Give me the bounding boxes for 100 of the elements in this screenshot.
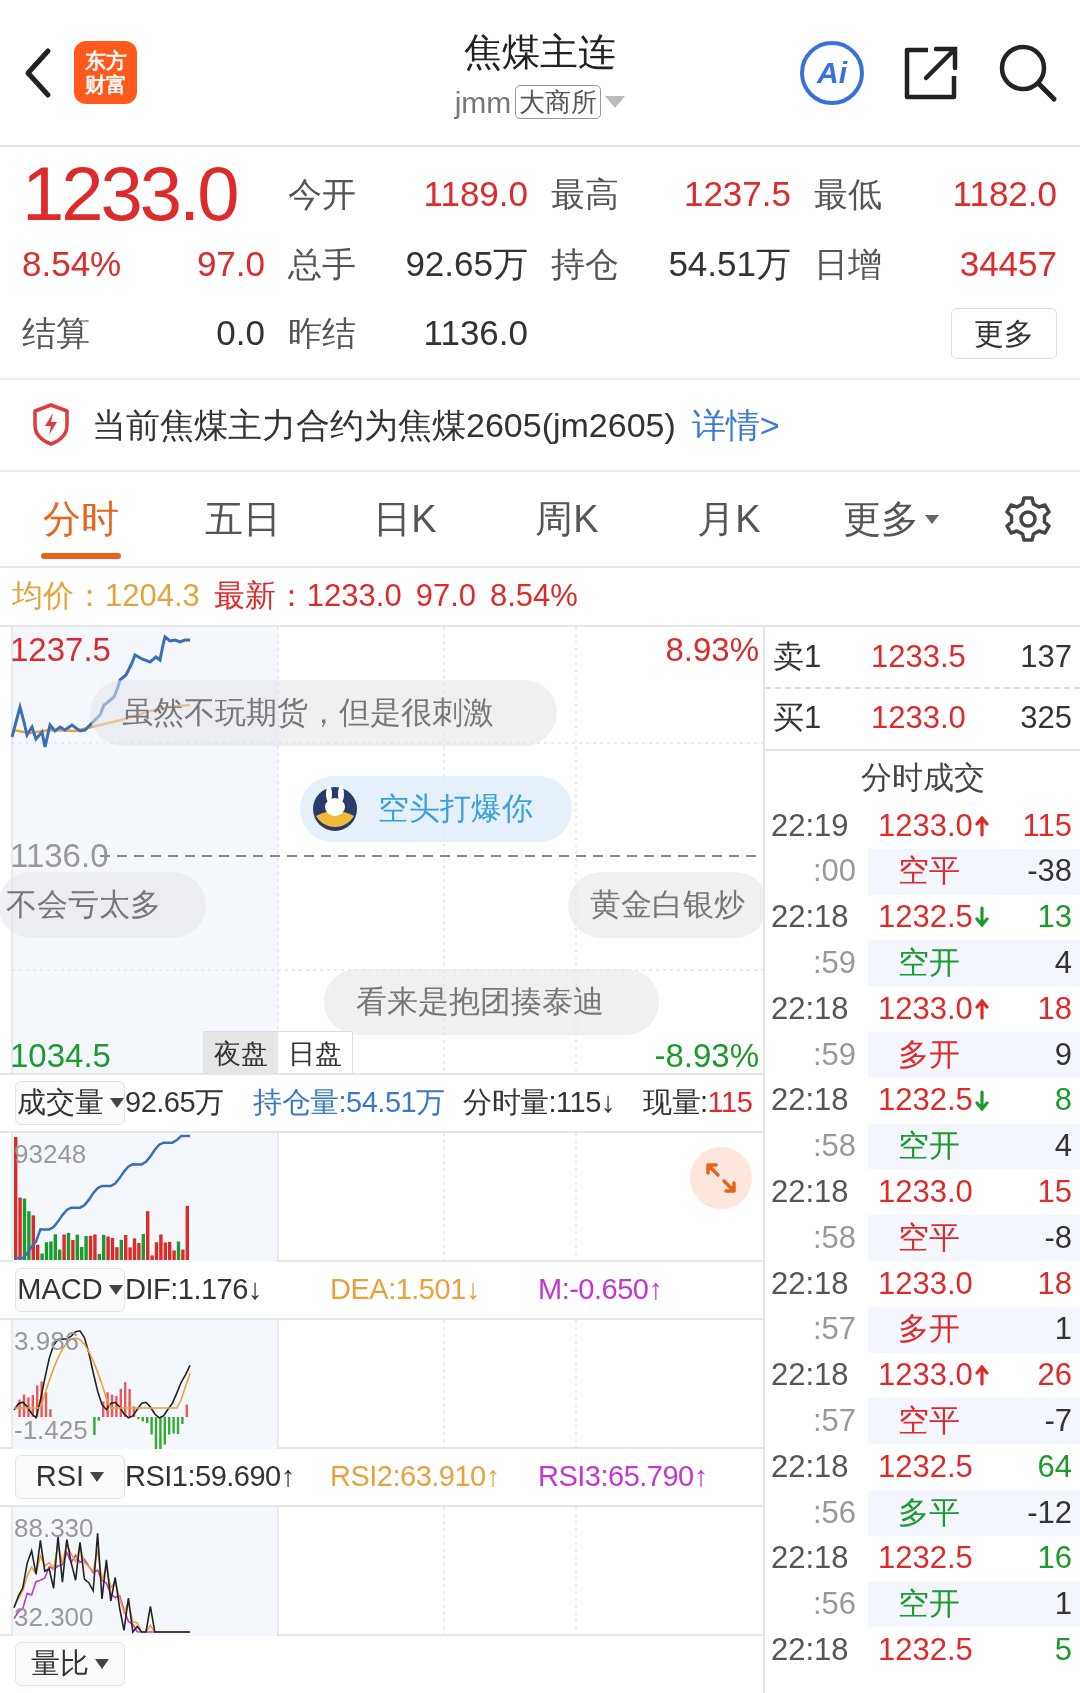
trade-type: 空开	[898, 944, 960, 983]
chart-tab[interactable]: 月K	[648, 471, 810, 567]
caret-icon	[109, 1098, 124, 1108]
trade-price: 1232.5	[878, 1447, 973, 1486]
trade-second: :58	[811, 1127, 857, 1166]
shield-icon	[32, 403, 70, 447]
comment-text: 黄金白银炒	[590, 885, 745, 924]
ai-button[interactable]: Ai	[800, 40, 864, 105]
trade-volume: 13	[1037, 898, 1073, 937]
chart-tab[interactable]: 周K	[486, 471, 648, 567]
field-label: 最低	[813, 173, 883, 215]
field-value: 1237.5	[682, 172, 791, 215]
price-summary-text: 均价：1204.3	[12, 577, 200, 616]
trade-volume: 5	[1054, 1631, 1073, 1669]
order-price: 1233.5	[871, 637, 966, 676]
field-label: 总手	[287, 243, 357, 285]
trade-volume: 26	[1037, 1356, 1073, 1395]
field-label: 昨结	[287, 312, 357, 354]
trade-price: 1233.0	[878, 1264, 973, 1303]
trade-time: 22:18	[770, 989, 850, 1028]
order-label: 卖1	[773, 637, 823, 676]
trades-title: 分时成交	[765, 749, 1080, 803]
exchange-tag: 大商所	[515, 85, 602, 120]
indicator-label: 持仓量:	[253, 1085, 347, 1121]
trade-second: :56	[811, 1585, 857, 1624]
trade-delta: 4	[1054, 944, 1072, 983]
order-volume: 325	[1020, 698, 1072, 737]
trade-time: 22:18	[770, 898, 850, 937]
trade-volume: 18	[1037, 989, 1073, 1028]
price-summary-text: 97.0	[415, 577, 476, 616]
indicator-selector[interactable]: 成交量	[15, 1081, 125, 1125]
indicator-value: M:-0.650↑	[538, 1272, 663, 1308]
trade-delta: 4	[1054, 1127, 1072, 1166]
caret-icon	[95, 1659, 109, 1669]
trade-type: 空平	[898, 1218, 960, 1257]
logo-text: 东方	[84, 48, 127, 73]
expand-icon	[704, 1161, 738, 1195]
trade-type: 空平	[898, 1402, 960, 1440]
trade-second: :56	[811, 1493, 857, 1532]
trade-volume: 8	[1054, 1081, 1073, 1120]
trade-type: 多平	[898, 1493, 960, 1532]
axis-label: -1.425	[14, 1417, 88, 1443]
page-title: 焦煤主连	[464, 30, 616, 75]
trade-price: 1232.5	[878, 1539, 973, 1578]
trade-second: :57	[811, 1402, 857, 1440]
trade-type: 空平	[898, 852, 960, 891]
field-value: 1136.0	[422, 311, 528, 354]
axis-label: 1034.5	[10, 1039, 111, 1072]
caret-icon	[108, 1285, 123, 1295]
trade-type: 多开	[898, 1310, 960, 1349]
indicator-value: DIF:1.176↓	[125, 1272, 262, 1308]
field-label: 持仓	[550, 243, 620, 285]
indicator-selector[interactable]: MACD	[15, 1268, 125, 1312]
trade-time: 22:18	[770, 1447, 850, 1486]
trade-price: 1233.0	[878, 1356, 973, 1395]
caret-icon	[925, 514, 939, 524]
field-value: 92.65万	[404, 242, 528, 285]
session-tab[interactable]: 夜盘	[204, 1032, 278, 1073]
trade-price: 1233.0	[878, 1173, 973, 1212]
indicator-value: DEA:1.501↓	[330, 1272, 480, 1308]
trade-second: :58	[811, 1218, 857, 1257]
search-icon[interactable]	[998, 42, 1058, 103]
indicator-value: 54.51万	[346, 1085, 445, 1121]
trade-price: 1232.5	[878, 1081, 973, 1120]
trade-delta: -7	[1044, 1402, 1072, 1440]
order-volume: 137	[1020, 637, 1072, 676]
chart-tab[interactable]: 五日	[162, 471, 324, 567]
caret-icon	[90, 1472, 105, 1482]
indicator-value: 92.65万	[125, 1085, 224, 1121]
trade-time: 22:18	[770, 1631, 850, 1669]
trade-volume: 115	[1022, 806, 1073, 845]
axis-label: -8.93%	[654, 1039, 759, 1072]
indicator-selector[interactable]: 量比	[15, 1642, 125, 1686]
trade-time: 22:19	[770, 806, 850, 845]
trade-delta: 9	[1054, 1035, 1072, 1074]
details-link[interactable]: 详情>	[691, 399, 780, 451]
trade-delta: -12	[1027, 1493, 1072, 1532]
settings-icon[interactable]	[1004, 495, 1052, 543]
comment-text: 不会亏太多	[6, 885, 161, 924]
chart-tab[interactable]: 更多	[810, 471, 972, 567]
indicator-value: 115	[707, 1085, 753, 1121]
field-value: 1182.0	[951, 172, 1057, 215]
trade-time: 22:18	[770, 1264, 850, 1303]
trade-delta: -38	[1027, 852, 1072, 891]
trade-volume: 64	[1037, 1447, 1073, 1486]
trade-type: 空开	[898, 1127, 960, 1166]
trade-price: 1233.0	[878, 989, 973, 1028]
field-label: 日增	[813, 243, 883, 285]
comment-text: 看来是抱团揍泰迪	[356, 982, 604, 1021]
trade-volume: 16	[1037, 1539, 1073, 1578]
axis-label: 88.330	[14, 1515, 94, 1541]
order-label: 买1	[773, 698, 823, 737]
indicator-selector[interactable]: RSI	[15, 1455, 125, 1499]
more-button[interactable]: 更多	[951, 307, 1057, 359]
comment-text: 空头打爆你	[378, 789, 533, 828]
session-tab[interactable]: 日盘	[278, 1032, 352, 1073]
trade-second: :57	[811, 1310, 857, 1349]
chart-tab[interactable]: 日K	[324, 471, 486, 567]
indicator-value: RSI1:59.690↑	[125, 1459, 295, 1495]
trade-second: :00	[811, 852, 857, 891]
